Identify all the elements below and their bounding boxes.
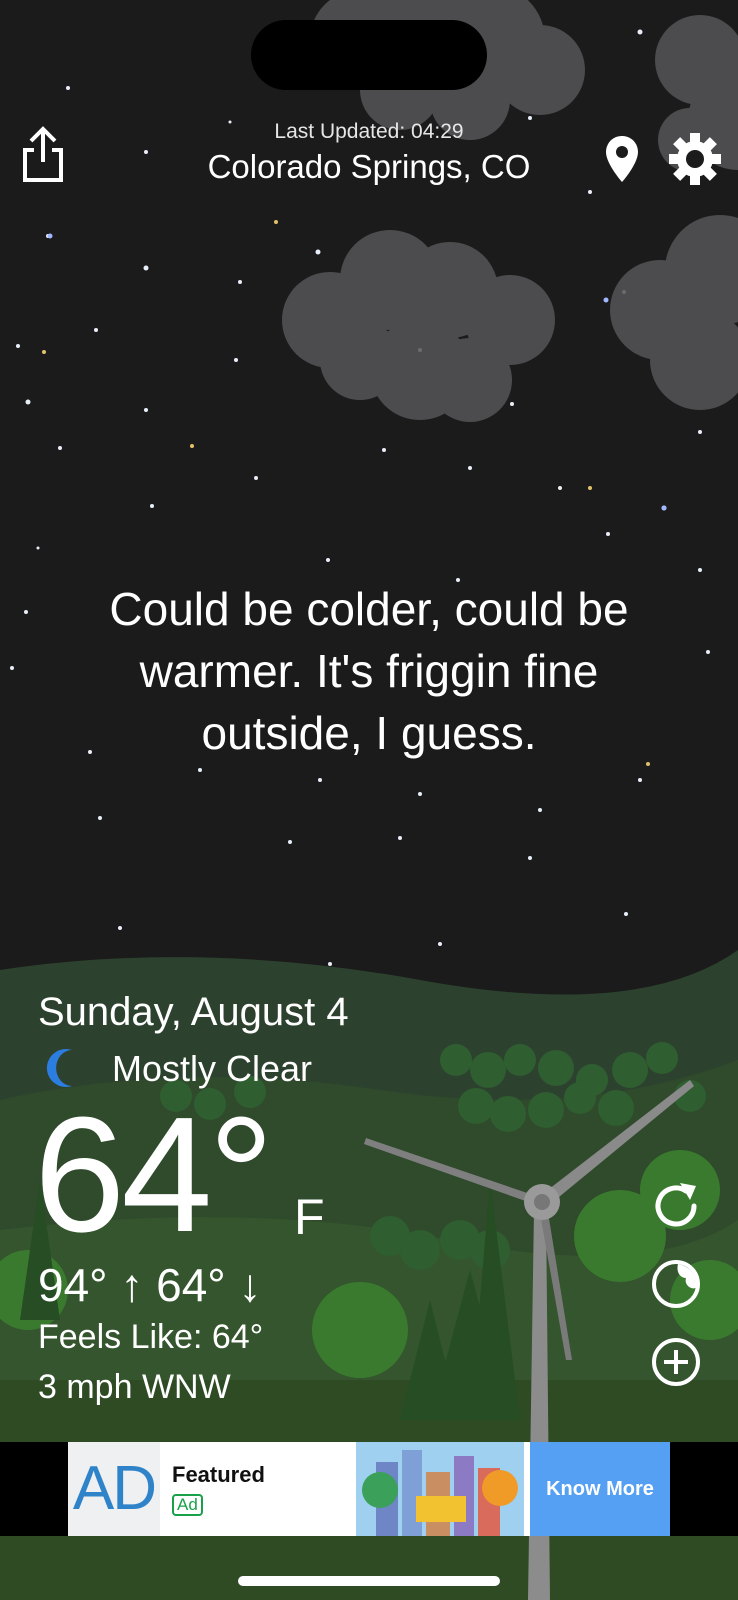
refresh-button[interactable] — [650, 1180, 702, 1232]
refresh-icon — [655, 1183, 697, 1227]
ad-image — [356, 1442, 524, 1536]
scenery-background — [0, 0, 738, 1600]
high-low-temperature: 94° ↑ 64° ↓ — [38, 1259, 262, 1311]
settings-button[interactable] — [668, 132, 722, 186]
current-temperature: 64° — [34, 1083, 274, 1266]
gear-icon — [669, 133, 721, 185]
wind-info: 3 mph WNW — [38, 1368, 231, 1406]
ad-tag: Ad — [172, 1494, 203, 1516]
weather-quote: Could be colder, could be warmer. It's f… — [109, 583, 629, 759]
radar-button[interactable] — [650, 1258, 702, 1310]
radar-icon — [652, 1260, 700, 1308]
know-more-button[interactable]: Know More — [530, 1442, 670, 1536]
location-button[interactable] — [604, 134, 640, 184]
camera-notch — [251, 20, 487, 90]
home-indicator[interactable] — [238, 1576, 500, 1586]
ad-logo: AD — [68, 1442, 160, 1536]
add-icon — [652, 1338, 700, 1386]
ad-title: Featured — [172, 1462, 265, 1487]
feels-like: Feels Like: 64° — [38, 1318, 264, 1356]
location-pin-icon — [606, 136, 638, 182]
current-date: Sunday, August 4 — [38, 990, 349, 1034]
add-button[interactable] — [650, 1336, 702, 1388]
ad-banner[interactable]: AD Featured Ad Know More — [68, 1442, 670, 1536]
temperature-unit[interactable]: F — [294, 1188, 325, 1246]
